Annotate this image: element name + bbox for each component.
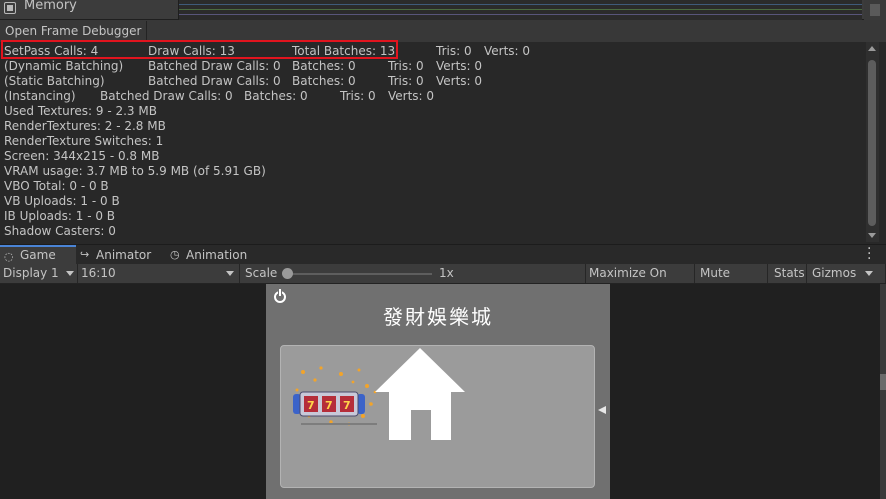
stat-value: Batches: 0: [244, 89, 308, 103]
aspect-dropdown[interactable]: 16:10: [78, 264, 240, 283]
stats-toggle[interactable]: Stats: [771, 264, 807, 283]
stat-rt-switches: RenderTexture Switches: 1: [4, 134, 164, 148]
stat-line: IB Uploads: 1 - 0 B: [0, 209, 866, 224]
stat-value: Verts: 0: [436, 74, 483, 88]
stat-value: Batched Draw Calls: 0: [148, 59, 281, 73]
stat-tris: Tris: 0: [436, 44, 472, 58]
highlight-box: [1, 40, 398, 59]
memory-title: Memory: [24, 0, 77, 13]
stat-verts: Verts: 0: [484, 44, 531, 58]
open-frame-debugger-button[interactable]: Open Frame Debugger: [0, 21, 148, 41]
tab-game[interactable]: ◌ Game: [0, 245, 76, 265]
chevron-down-icon: [865, 271, 873, 276]
stat-shadow-casters: Shadow Casters: 0: [4, 224, 116, 238]
scroll-up-icon[interactable]: [868, 46, 876, 51]
graph-line: [179, 14, 862, 15]
stat-line: RenderTexture Switches: 1: [0, 134, 866, 149]
stat-value: Batched Draw Calls: 0: [100, 89, 233, 103]
stat-line: RenderTextures: 2 - 2.8 MB: [0, 119, 866, 134]
stat-line: Shadow Casters: 0: [0, 224, 866, 239]
stat-line: VB Uploads: 1 - 0 B: [0, 194, 866, 209]
maximize-on-play-toggle[interactable]: Maximize On Play: [585, 264, 695, 299]
graph-line: [179, 9, 862, 10]
stat-value: Verts: 0: [436, 59, 483, 73]
mute-audio-toggle[interactable]: Mute Audio: [697, 264, 768, 299]
tab-label: Animator: [96, 248, 152, 262]
memory-scrollbar[interactable]: [864, 0, 886, 20]
tab-label: Game: [20, 248, 56, 262]
scroll-down-icon[interactable]: [868, 233, 876, 238]
frame-debugger-row: Open Frame Debugger: [0, 20, 886, 42]
house-icon[interactable]: [375, 348, 465, 440]
stat-value: Batches: 0: [292, 59, 356, 73]
stat-value: Tris: 0: [388, 74, 424, 88]
stat-value: Verts: 0: [388, 89, 435, 103]
stat-line: Screen: 344x215 - 0.8 MB: [0, 149, 866, 164]
scale-value: 1x: [439, 266, 454, 280]
tab-animator[interactable]: ↪ Animator: [76, 245, 164, 265]
memory-graph[interactable]: [178, 0, 862, 20]
stat-value: Batches: 0: [292, 74, 356, 88]
side-arrow-icon: [598, 406, 606, 414]
chevron-down-icon: [226, 271, 234, 276]
scroll-thumb[interactable]: [868, 60, 876, 226]
more-options-icon[interactable]: · · ·: [867, 242, 871, 266]
stat-line: VBO Total: 0 - 0 B: [0, 179, 866, 194]
scale-slider-track[interactable]: [287, 273, 432, 275]
svg-text:7: 7: [325, 399, 333, 412]
slot-machine-icon[interactable]: 7 7 7: [291, 364, 381, 434]
stat-vbo-total: VBO Total: 0 - 0 B: [4, 179, 109, 193]
stats-scrollbar[interactable]: [866, 42, 879, 242]
scale-slider-handle[interactable]: [282, 268, 293, 279]
animator-icon: ↪: [80, 248, 90, 261]
aspect-value: 16:10: [81, 266, 116, 280]
tab-animation[interactable]: ◷ Animation: [166, 245, 256, 265]
game-view-toolbar: Display 1 16:10 Scale 1x Maximize On Pla…: [0, 264, 886, 299]
stat-screen: Screen: 344x215 - 0.8 MB: [4, 149, 160, 163]
rendering-stats-panel: SetPass Calls: 4 Draw Calls: 13 Total Ba…: [0, 42, 866, 242]
memory-chip-icon: [4, 2, 16, 14]
stat-label: (Static Batching): [4, 74, 105, 88]
svg-text:7: 7: [307, 399, 315, 412]
chevron-down-icon: [66, 271, 74, 276]
editor-tab-bar: ◌ Game ↪ Animator ◷ Animation · · ·: [0, 242, 886, 266]
scale-label: Scale: [245, 266, 278, 280]
stat-label: (Instancing): [4, 89, 76, 103]
gamepad-icon: ◌: [4, 250, 14, 263]
tab-label: Animation: [186, 248, 248, 262]
display-dropdown[interactable]: Display 1: [0, 264, 78, 283]
gutter-marker: [880, 374, 886, 390]
game-content-panel[interactable]: 7 7 7: [280, 345, 595, 488]
stat-value: Tris: 0: [340, 89, 376, 103]
stat-vram-usage: VRAM usage: 3.7 MB to 5.9 MB (of 5.91 GB…: [4, 164, 266, 178]
stat-vb-uploads: VB Uploads: 1 - 0 B: [4, 194, 120, 208]
clock-icon: ◷: [170, 248, 180, 261]
game-title: 發財娛樂城: [383, 305, 493, 329]
stat-line: VRAM usage: 3.7 MB to 5.9 MB (of 5.91 GB…: [0, 164, 866, 179]
svg-text:7: 7: [343, 399, 351, 412]
stat-line: (Dynamic Batching) Batched Draw Calls: 0…: [0, 59, 866, 74]
stat-used-textures: Used Textures: 9 - 2.3 MB: [4, 104, 157, 118]
stat-label: (Dynamic Batching): [4, 59, 124, 73]
stat-value: Tris: 0: [388, 59, 424, 73]
stat-line: (Static Batching) Batched Draw Calls: 0 …: [0, 74, 866, 89]
display-value: Display 1: [3, 266, 59, 280]
stat-ib-uploads: IB Uploads: 1 - 0 B: [4, 209, 116, 223]
game-view-gutter: [880, 284, 886, 499]
game-screen[interactable]: 發財娛樂城 7 7 7: [266, 284, 610, 499]
stat-render-textures: RenderTextures: 2 - 2.8 MB: [4, 119, 166, 133]
scroll-thumb[interactable]: [870, 4, 880, 16]
stat-value: Batched Draw Calls: 0: [148, 74, 281, 88]
stat-line: Used Textures: 9 - 2.3 MB: [0, 104, 866, 119]
stat-line: (Instancing) Batched Draw Calls: 0 Batch…: [0, 89, 866, 104]
memory-module-header[interactable]: Memory: [0, 0, 886, 20]
gizmos-dropdown[interactable]: Gizmos: [809, 264, 886, 283]
graph-line: [179, 4, 862, 5]
gizmos-label: Gizmos: [812, 266, 857, 280]
